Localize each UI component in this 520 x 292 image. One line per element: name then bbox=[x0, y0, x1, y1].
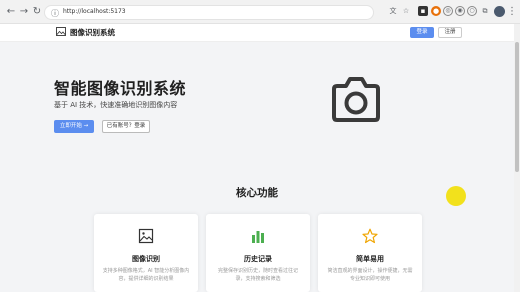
login-button[interactable]: 登录 bbox=[410, 27, 434, 38]
menu-icon[interactable]: ⋮ bbox=[505, 5, 519, 19]
forward-icon[interactable]: → bbox=[17, 5, 31, 19]
back-icon[interactable]: ← bbox=[4, 5, 18, 19]
app-title[interactable]: 图像识别系统 bbox=[70, 27, 115, 38]
feature-card-history: 历史记录 完整保存识别历史，随时查看过往记录，支持搜索和筛选 bbox=[206, 214, 310, 292]
page-scrollbar[interactable] bbox=[514, 24, 520, 292]
profile-avatar[interactable] bbox=[494, 6, 505, 17]
url-text: http://localhost:5173 bbox=[63, 8, 126, 15]
feature-card-description: 简洁直观的界面设计，操作便捷，无需专业知识即可使用 bbox=[327, 268, 413, 282]
browser-toolbar: ← → ↻ ⓘ http://localhost:5173 文 ☆ ▪ ● ◎ … bbox=[0, 0, 520, 24]
feature-card-image-recognition: 图像识别 支持多种图像格式，AI 智能分析图像内容，提供详细的识别结果 bbox=[94, 214, 198, 292]
feature-card-title: 图像识别 bbox=[132, 255, 160, 263]
camera-icon bbox=[332, 77, 380, 122]
site-info-icon[interactable]: ⓘ bbox=[51, 8, 59, 19]
feature-card-description: 完整保存识别历史，随时查看过往记录，支持搜索和筛选 bbox=[217, 268, 298, 282]
address-bar[interactable]: ⓘ http://localhost:5173 bbox=[44, 5, 374, 20]
extension-icon[interactable]: ◎ bbox=[443, 6, 453, 16]
translate-icon[interactable]: 文 bbox=[388, 6, 398, 16]
app-header: 图像识别系统 登录 注册 bbox=[0, 24, 514, 42]
extensions-puzzle-icon[interactable]: ⧉ bbox=[480, 6, 490, 16]
star-icon bbox=[362, 228, 378, 244]
feature-card-title: 简单易用 bbox=[356, 255, 384, 263]
image-icon bbox=[138, 228, 154, 244]
image-logo-icon bbox=[56, 27, 66, 36]
feature-card-description: 支持多种图像格式，AI 智能分析图像内容，提供详细的识别结果 bbox=[102, 268, 190, 282]
hero-title: 智能图像识别系统 bbox=[54, 79, 187, 98]
scroll-thumb[interactable] bbox=[515, 42, 519, 172]
extension-icon[interactable]: ◉ bbox=[455, 6, 465, 16]
bookmark-star-icon[interactable]: ☆ bbox=[401, 6, 411, 16]
get-started-button[interactable]: 立即开始 → bbox=[54, 120, 94, 133]
extension-icon[interactable]: ▪ bbox=[418, 6, 428, 16]
reload-icon[interactable]: ↻ bbox=[30, 5, 44, 19]
extension-icon[interactable]: ○ bbox=[467, 6, 477, 16]
features-section-title: 核心功能 bbox=[236, 187, 278, 199]
hero-subtitle: 基于 AI 技术，快速准确地识别图像内容 bbox=[54, 101, 178, 109]
have-account-login-button[interactable]: 已有账号？登录 bbox=[102, 120, 150, 133]
feature-card-title: 历史记录 bbox=[244, 255, 272, 263]
extension-icon[interactable]: ● bbox=[431, 6, 441, 16]
feature-card-easy-to-use: 简单易用 简洁直观的界面设计，操作便捷，无需专业知识即可使用 bbox=[318, 214, 422, 292]
bar-chart-icon bbox=[252, 231, 264, 243]
register-button[interactable]: 注册 bbox=[438, 27, 462, 38]
